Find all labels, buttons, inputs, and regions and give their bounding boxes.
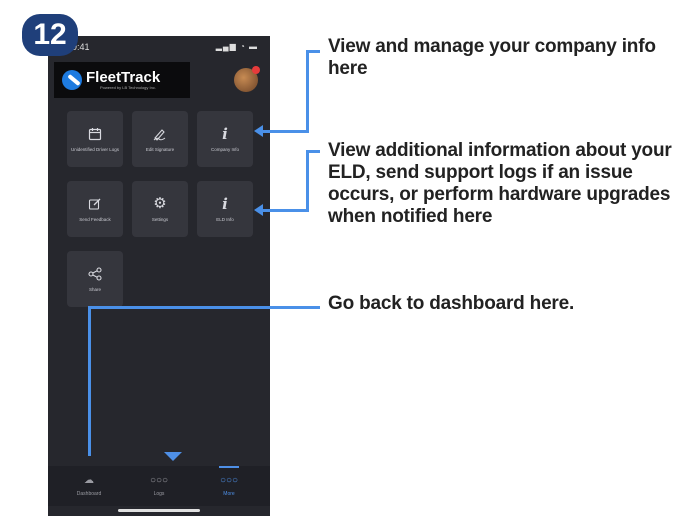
- notification-dot: [252, 66, 260, 74]
- nav-label: More: [223, 490, 235, 497]
- tile-edit-signature[interactable]: Edit Signature: [132, 111, 188, 167]
- tile-label: Share: [88, 287, 101, 292]
- cloud-icon: ☁: [84, 474, 94, 486]
- bottom-nav: ☁ Dashboard ○○○ Logs ○○○ More: [48, 466, 270, 506]
- tile-label: Edit Signature: [145, 147, 175, 152]
- status-icons: ▂▄▆ ◔ ▬: [215, 42, 258, 51]
- info-icon: i: [222, 195, 228, 213]
- dots-icon: ○○○: [149, 474, 169, 486]
- tile-eld-info[interactable]: i ELD Info: [197, 181, 253, 237]
- home-indicator: [118, 509, 200, 512]
- arrow-eld-info-vertical: [306, 150, 309, 212]
- step-number-badge: 12: [22, 14, 78, 56]
- arrow-eld-info-shaft: [262, 209, 309, 212]
- nav-label: Dashboard: [76, 490, 102, 497]
- tile-label: Send Feedback: [79, 217, 111, 222]
- share-icon: [88, 265, 102, 283]
- tile-label: ELD Info: [216, 217, 234, 222]
- calendar-icon: [88, 125, 102, 143]
- avatar[interactable]: [234, 66, 260, 92]
- logo-mark-icon: [62, 70, 82, 90]
- arrow-company-info-vertical: [306, 50, 309, 132]
- signature-icon: [153, 125, 167, 143]
- tile-share[interactable]: Share: [67, 251, 123, 307]
- gear-icon: ⚙: [153, 195, 167, 212]
- annotation-eld-info: View additional information about your E…: [328, 140, 672, 227]
- logo-name: FleetTrack: [86, 68, 161, 86]
- arrow-eld-info-top: [306, 150, 320, 153]
- arrow-company-info-top: [306, 50, 320, 53]
- fleettrack-logo: FleetTrack Powered by LB Technology Inc.: [54, 62, 190, 98]
- arrow-company-info-head: [254, 125, 263, 137]
- chevron-down-icon[interactable]: [164, 452, 182, 461]
- arrow-dashboard-top: [88, 306, 320, 309]
- nav-label: Logs: [153, 490, 165, 497]
- tile-settings[interactable]: ⚙ Settings: [132, 181, 188, 237]
- tile-send-feedback[interactable]: Send Feedback: [67, 181, 123, 237]
- arrow-eld-info-head: [254, 204, 263, 216]
- arrow-dashboard-vertical: [88, 306, 91, 456]
- feedback-icon: [88, 195, 102, 213]
- info-icon: i: [222, 125, 228, 143]
- nav-more[interactable]: ○○○ More: [196, 466, 262, 506]
- tile-unidentified-driver-logs[interactable]: Unidentified Driver Logs: [67, 111, 123, 167]
- nav-dashboard[interactable]: ☁ Dashboard: [56, 466, 122, 506]
- phone-screen: 9:41 ▂▄▆ ◔ ▬ FleetTrack Powered by LB Te…: [48, 36, 270, 516]
- nav-logs[interactable]: ○○○ Logs: [126, 466, 192, 506]
- tile-company-info[interactable]: i Company Info: [197, 111, 253, 167]
- tile-label: Settings: [151, 217, 169, 222]
- tile-label: Company Info: [210, 147, 239, 152]
- annotation-company-info: View and manage your company info here: [328, 36, 656, 79]
- annotation-dashboard: Go back to dashboard here.: [328, 293, 575, 314]
- dots-icon: ○○○: [219, 474, 239, 486]
- tile-label: Unidentified Driver Logs: [70, 147, 120, 152]
- arrow-company-info-shaft: [262, 130, 309, 133]
- logo-tagline: Powered by LB Technology Inc.: [100, 84, 156, 90]
